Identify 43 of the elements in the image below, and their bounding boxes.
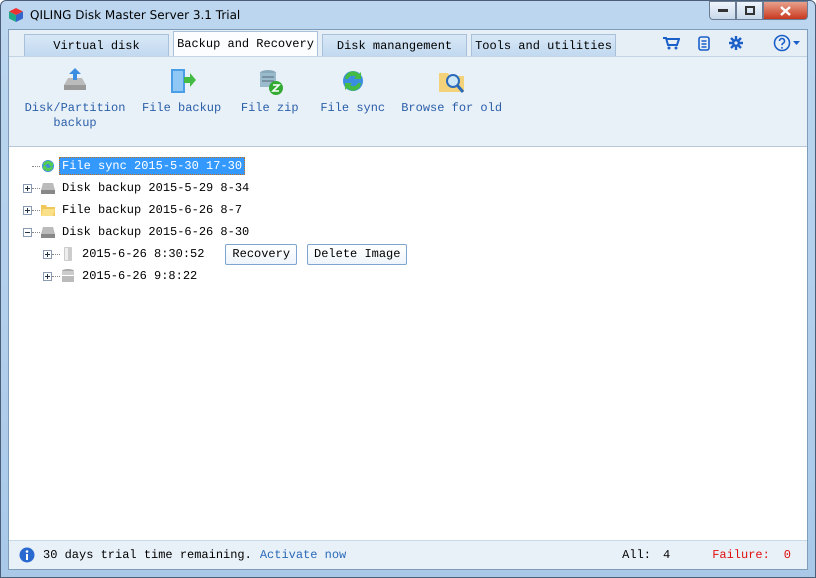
database-icon — [60, 268, 76, 284]
sync-icon — [40, 158, 56, 174]
cube-icon — [8, 7, 24, 23]
tree-item[interactable]: Disk backup 2015-5-29 8-34 — [59, 179, 252, 197]
tree-item[interactable]: 2015-6-26 8:30:52 — [79, 245, 208, 263]
tree-item[interactable]: File backup 2015-6-26 8-7 — [59, 201, 246, 219]
tab[interactable]: Disk manangement — [322, 34, 467, 56]
toolbar-button[interactable]: File sync — [315, 65, 390, 116]
activate-link[interactable]: Activate now — [260, 548, 346, 562]
failure-value: 0 — [784, 548, 791, 562]
maximize-button[interactable] — [736, 1, 763, 20]
list-icon[interactable] — [698, 36, 710, 50]
toolbar-button[interactable]: Disk/Partition backup — [19, 65, 131, 131]
status-message: 30 days trial time remaining. — [43, 548, 252, 562]
failure-label: Failure: — [712, 548, 770, 562]
recovery-button[interactable]: Recovery — [225, 244, 298, 264]
toolbar-button[interactable]: File backup — [139, 65, 224, 116]
tree-item[interactable]: Disk backup 2015-6-26 8-30 — [59, 223, 252, 241]
tab[interactable]: Backup and Recovery — [173, 31, 318, 56]
count-label: All: — [622, 548, 651, 562]
info-icon — [19, 547, 35, 563]
window-title: QILING Disk Master Server 3.1 Trial — [30, 8, 240, 22]
close-button[interactable] — [763, 1, 808, 20]
tab[interactable]: Tools and utilities — [471, 34, 616, 56]
minimize-button[interactable] — [709, 1, 736, 20]
close-icon — [780, 6, 791, 16]
expander-icon[interactable] — [23, 184, 32, 192]
count-value: 4 — [662, 548, 670, 562]
settings-icon[interactable] — [728, 35, 744, 51]
toolbar-button[interactable]: Browse for old — [398, 65, 506, 116]
folder-icon — [40, 202, 56, 218]
help-icon[interactable] — [773, 34, 801, 52]
maximize-icon — [744, 6, 754, 15]
expander-icon[interactable] — [43, 272, 52, 280]
expander-icon[interactable] — [23, 206, 32, 214]
delete-button[interactable]: Delete Image — [307, 244, 408, 264]
cart-icon[interactable] — [662, 36, 680, 50]
minimize-icon — [718, 8, 728, 12]
toolbar-button[interactable]: File zip — [232, 65, 308, 116]
expander-icon[interactable] — [23, 228, 32, 236]
expander-icon[interactable] — [43, 250, 52, 258]
tree-item[interactable]: 2015-6-26 9:8:22 — [79, 267, 200, 285]
tab[interactable]: Virtual disk — [24, 34, 169, 56]
